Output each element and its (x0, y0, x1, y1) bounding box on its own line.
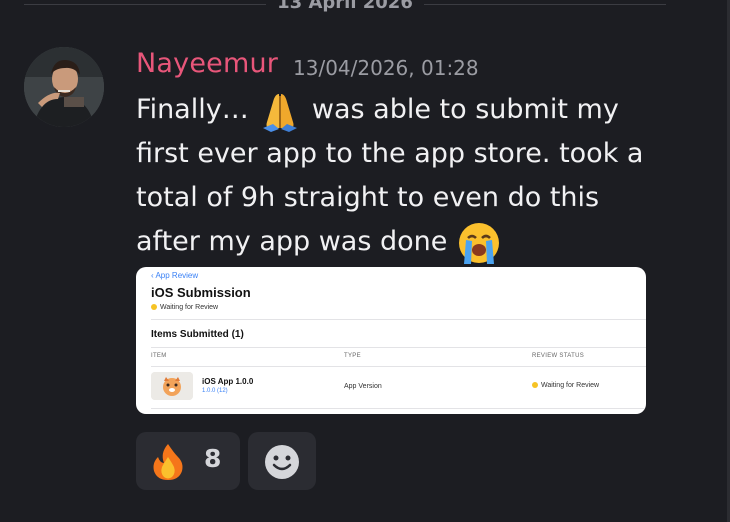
reaction-fire[interactable]: 8 (136, 432, 240, 490)
reaction-count: 8 (204, 444, 222, 473)
column-header-review-status: REVIEW STATUS (532, 353, 585, 359)
avatar-photo-icon (24, 47, 104, 127)
attachment-status-label: Waiting for Review (160, 304, 219, 311)
image-attachment[interactable]: ‹ App Review iOS Submission Waiting for … (136, 267, 646, 414)
add-reaction-icon (264, 444, 300, 480)
column-header-item: ITEM (151, 353, 167, 359)
app-type: App Version (344, 383, 382, 390)
divider (151, 408, 646, 409)
status-dot-icon (532, 382, 538, 389)
message-author[interactable]: Nayeemur (136, 48, 278, 79)
app-name: iOS App 1.0.0 (202, 377, 254, 386)
back-link: ‹ App Review (151, 271, 198, 280)
message-text-part-1: Finally… (136, 94, 258, 125)
app-icon (151, 372, 193, 400)
review-status-label: Waiting for Review (541, 382, 600, 389)
date-divider-left (24, 4, 266, 5)
folded-hands-icon (257, 88, 303, 132)
add-reaction-button[interactable] (248, 432, 316, 490)
app-version: 1.0.0 (12) (202, 388, 228, 394)
section-title: Items Submitted (1) (151, 329, 244, 340)
back-link-label: App Review (155, 271, 199, 280)
divider (151, 366, 646, 367)
attachment-title: iOS Submission (151, 285, 251, 300)
message-timestamp: 13/04/2026, 01:28 (293, 56, 479, 80)
date-separator: 13 April 2026 (277, 0, 413, 13)
avatar[interactable] (24, 47, 104, 127)
column-header-type: TYPE (344, 353, 361, 359)
review-status: Waiting for Review (532, 382, 599, 389)
attachment-status: Waiting for Review (151, 304, 218, 311)
divider (151, 319, 646, 320)
date-divider-right (424, 4, 666, 5)
status-dot-icon (151, 304, 157, 311)
message-text: Finally… was able to submit my first eve… (136, 88, 656, 264)
fire-icon (148, 443, 188, 481)
loudly-crying-face-icon (456, 220, 502, 264)
divider (151, 347, 646, 348)
